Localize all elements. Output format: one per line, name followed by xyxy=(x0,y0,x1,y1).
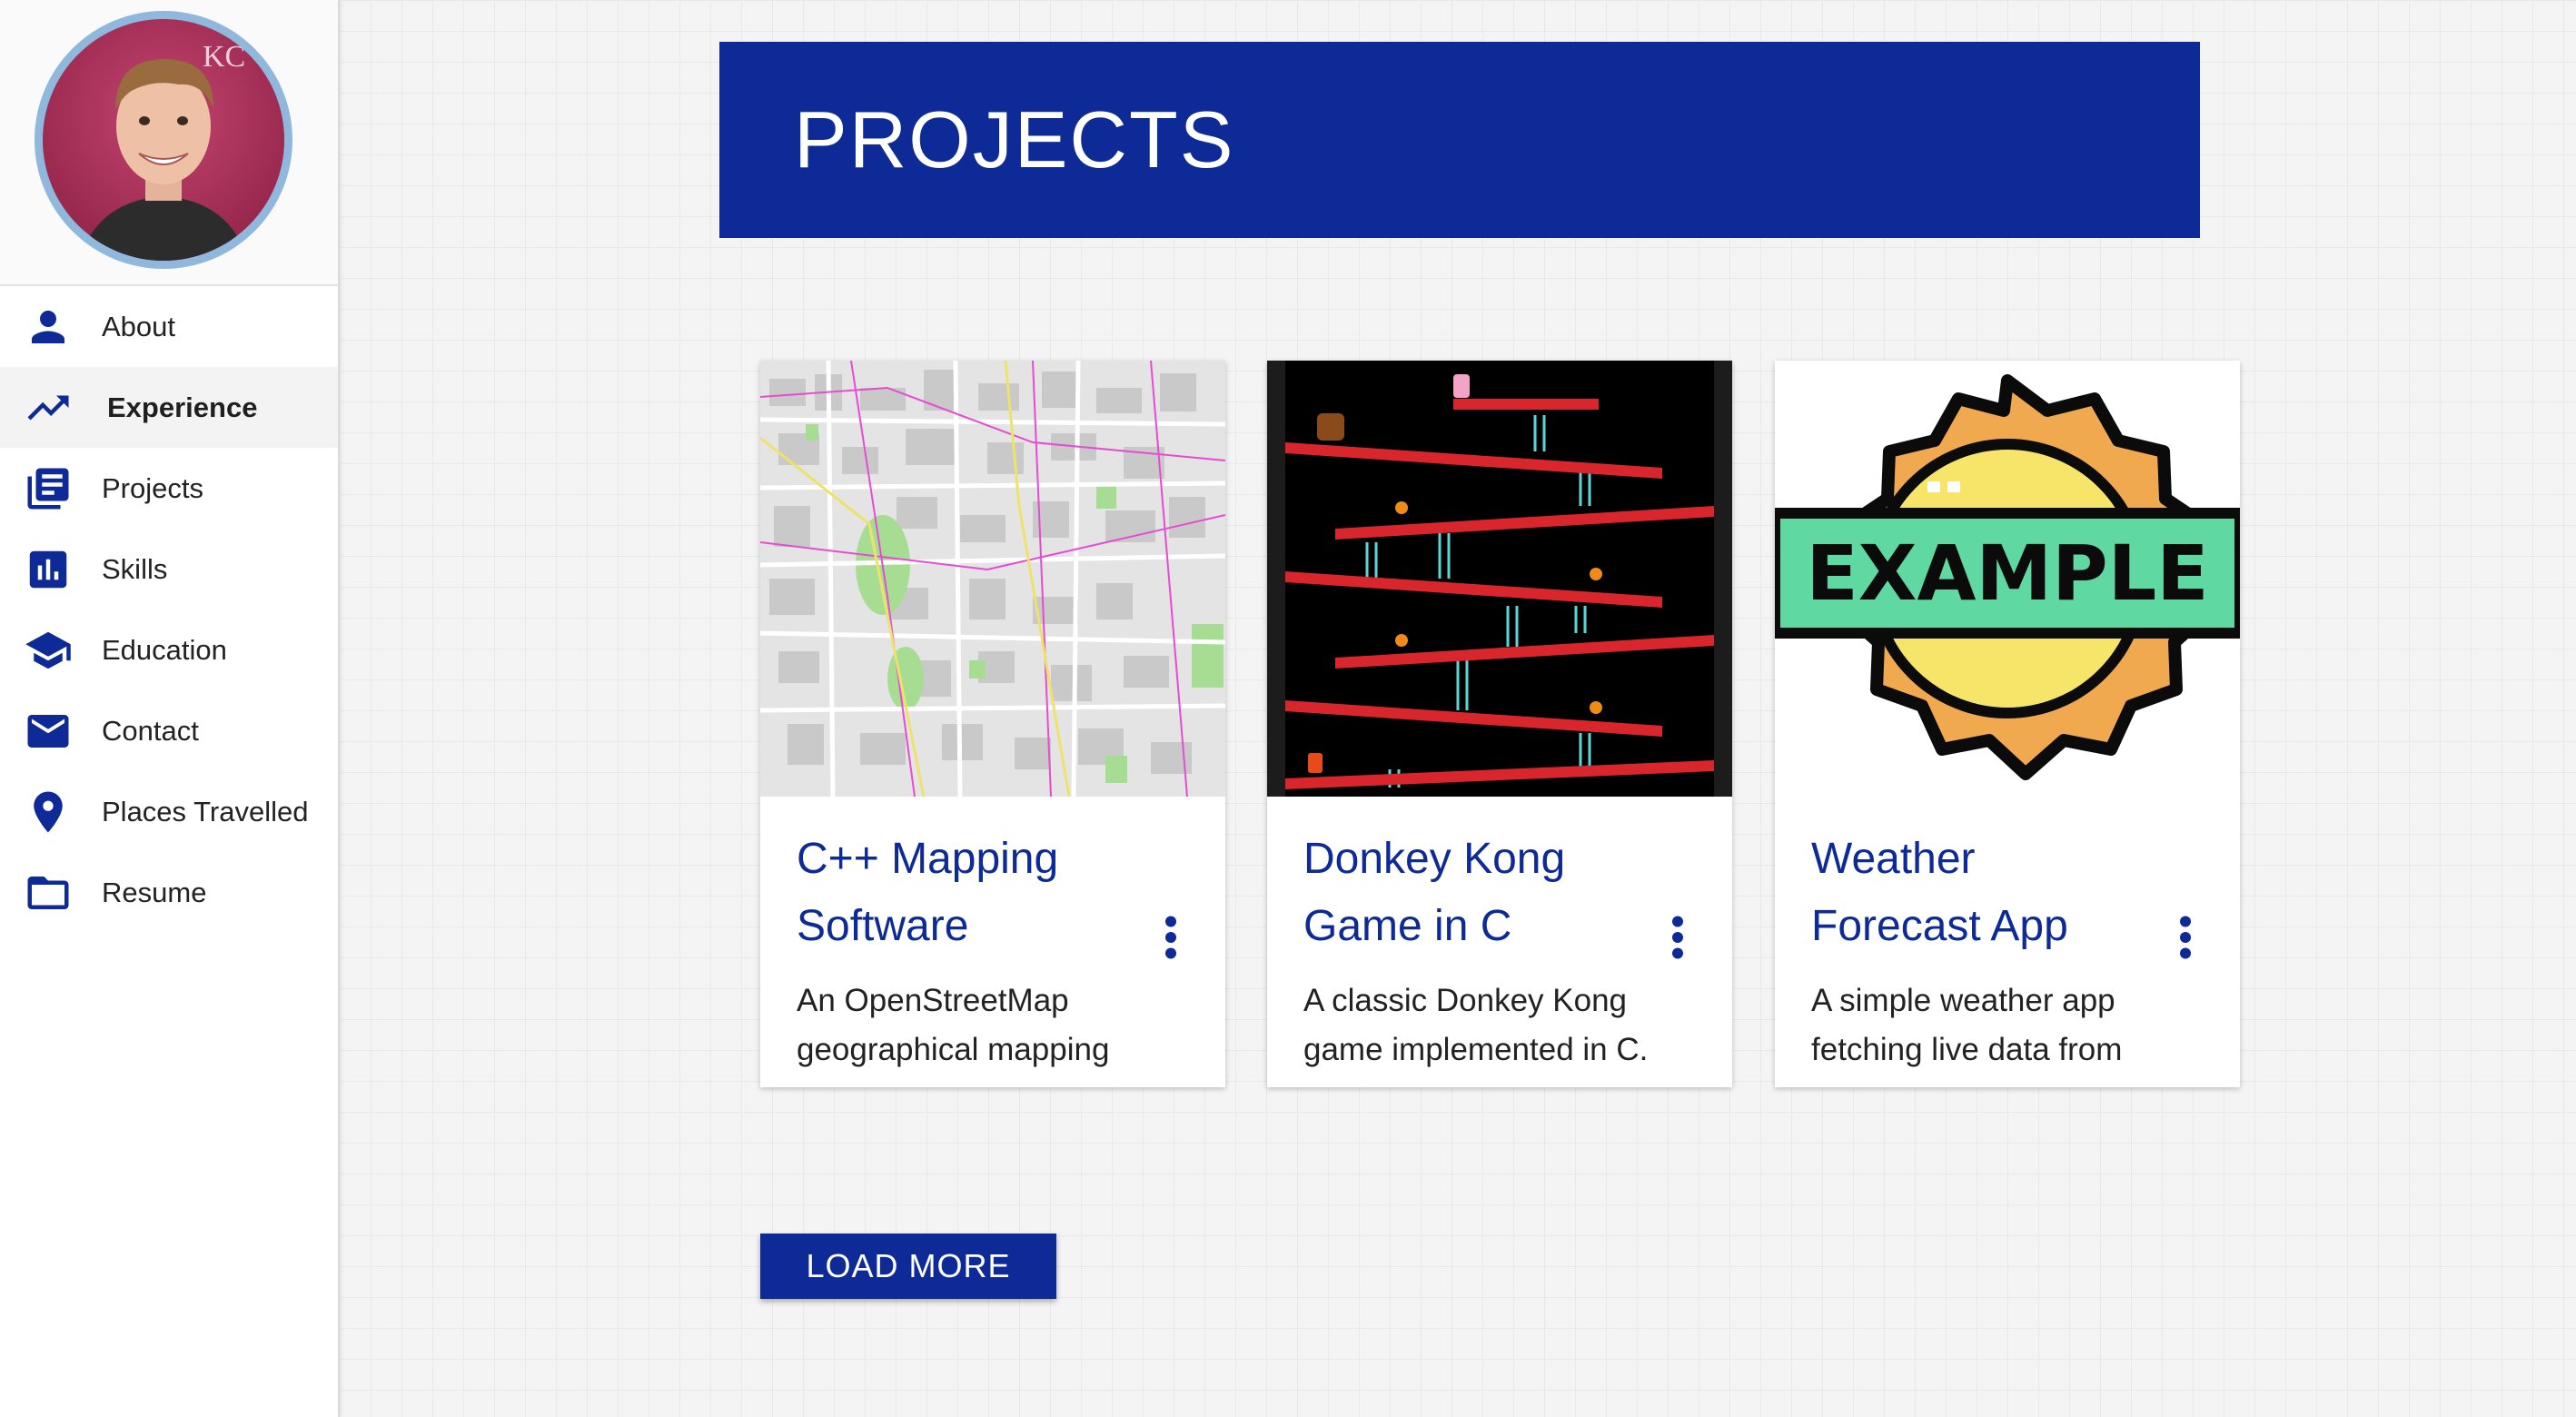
sidebar-item-resume[interactable]: Resume xyxy=(0,852,338,933)
location-pin-icon xyxy=(24,788,73,837)
project-card-donkey-kong[interactable]: Donkey Kong Game in C A classic Donkey K… xyxy=(1267,361,1732,1087)
avatar[interactable]: KC xyxy=(35,11,292,269)
project-title[interactable]: C++ Mapping Software xyxy=(797,826,1142,960)
library-books-icon xyxy=(24,464,73,513)
donkey-kong-screenshot[interactable] xyxy=(1267,361,1732,797)
more-vert-icon[interactable] xyxy=(1162,915,1180,960)
sidebar-item-label: About xyxy=(102,310,176,342)
project-description: A simple weather app fetching live data … xyxy=(1811,983,2123,1067)
sidebar-item-label: Experience xyxy=(107,391,258,423)
sidebar-item-contact[interactable]: Contact xyxy=(0,690,338,771)
city-map-image[interactable] xyxy=(760,361,1225,797)
project-description: A classic Donkey Kong game implemented i… xyxy=(1303,983,1649,1067)
badge-text: EXAMPLE xyxy=(1806,529,2208,618)
sidebar-item-label: Resume xyxy=(102,876,207,908)
load-more-button[interactable]: LOAD MORE xyxy=(760,1234,1056,1299)
project-card-mapping[interactable]: C++ Mapping Software An OpenStreetMap ge… xyxy=(760,361,1225,1087)
sidebar-item-label: Places Travelled xyxy=(102,795,309,827)
project-title[interactable]: Weather Forecast App xyxy=(1811,826,2156,960)
project-card-weather[interactable]: EXAMPLE Weather Forecast App A simple we… xyxy=(1775,361,2240,1087)
sidebar-item-label: Contact xyxy=(102,714,199,747)
school-icon xyxy=(24,626,73,675)
sidebar-item-places-travelled[interactable]: Places Travelled xyxy=(0,771,338,852)
sidebar-item-education[interactable]: Education xyxy=(0,609,338,690)
example-badge-image[interactable]: EXAMPLE xyxy=(1775,361,2240,797)
sidebar-item-about[interactable]: About xyxy=(0,286,338,367)
svg-text:KC: KC xyxy=(203,40,245,74)
sidebar-item-experience[interactable]: Experience xyxy=(0,367,338,448)
sidebar-item-projects[interactable]: Projects xyxy=(0,448,338,529)
more-vert-icon[interactable] xyxy=(1669,915,1687,960)
folder-icon xyxy=(24,868,73,917)
profile-photo: KC xyxy=(43,19,284,261)
sidebar-item-skills[interactable]: Skills xyxy=(0,529,338,609)
sidebar-item-label: Projects xyxy=(102,471,203,504)
sidebar-item-label: Skills xyxy=(102,552,168,585)
avatar-area: KC xyxy=(0,0,338,286)
mail-icon xyxy=(24,707,73,756)
sidebar: KC About Experience Projects Skills Educ… xyxy=(0,0,340,1417)
bar-chart-icon xyxy=(24,545,73,594)
page-title: PROJECTS xyxy=(794,94,1235,184)
project-description: An OpenStreetMap geographical mapping xyxy=(797,983,1110,1067)
sidebar-item-label: Education xyxy=(102,633,227,666)
person-icon xyxy=(24,302,73,352)
sidebar-nav: About Experience Projects Skills Educati… xyxy=(0,286,338,933)
project-title[interactable]: Donkey Kong Game in C xyxy=(1303,826,1649,960)
page-header: PROJECTS xyxy=(719,42,2200,238)
trending-up-icon xyxy=(24,383,73,432)
more-vert-icon[interactable] xyxy=(2176,915,2195,960)
